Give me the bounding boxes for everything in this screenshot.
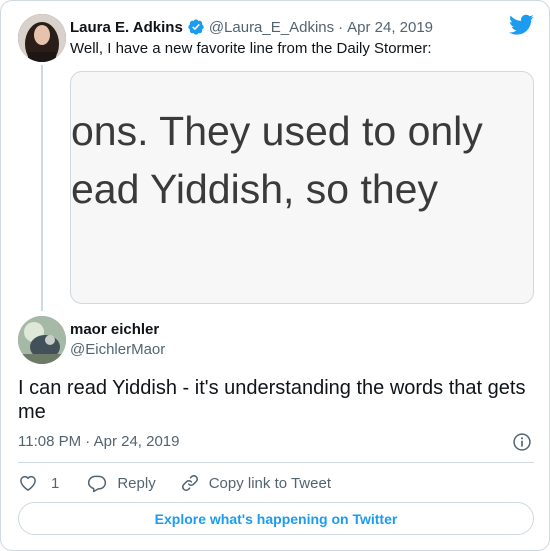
reply-icon <box>88 475 107 493</box>
parent-tweet-text: Well, I have a new favorite line from th… <box>70 40 432 57</box>
tweet-author-avatar[interactable] <box>18 316 66 364</box>
tweet-media-image[interactable]: ons. They used to only ead Yiddish, so t… <box>70 71 534 304</box>
info-icon[interactable] <box>512 432 532 452</box>
parent-tweet-date[interactable]: Apr 24, 2019 <box>347 19 433 36</box>
tweet-timestamp[interactable]: 11:08 PM · Apr 24, 2019 <box>18 433 180 450</box>
parent-avatar[interactable] <box>18 14 66 62</box>
thread-connector-line <box>41 65 43 311</box>
media-text-line: ons. They used to only <box>71 108 483 154</box>
copy-link-label: Copy link to Tweet <box>208 474 331 492</box>
explore-twitter-button[interactable]: Explore what's happening on Twitter <box>18 502 534 535</box>
separator-dot: · <box>338 18 344 36</box>
reply-label: Reply <box>117 474 156 492</box>
parent-author-handle[interactable]: @Laura_E_Adkins <box>209 19 334 36</box>
copy-link-button[interactable]: Copy link to Tweet <box>180 473 331 493</box>
media-text-line: ead Yiddish, so they <box>71 166 438 212</box>
parent-tweet-header: Laura E. Adkins @Laura_E_Adkins · Apr 24… <box>70 17 433 37</box>
tweet-actions: 1 Reply Copy link to Tweet <box>18 472 331 494</box>
heart-icon <box>20 475 36 491</box>
reply-button[interactable]: Reply <box>87 473 156 493</box>
link-icon <box>181 475 198 491</box>
verified-badge-icon <box>188 19 204 35</box>
divider <box>18 462 534 463</box>
tweet-text: I can read Yiddish - it's understanding … <box>18 377 526 423</box>
tweet-author-handle[interactable]: @EichlerMaor <box>70 341 165 358</box>
tweet-author-name[interactable]: maor eichler <box>70 321 159 338</box>
tweet-embed-card: Laura E. Adkins @Laura_E_Adkins · Apr 24… <box>0 0 550 551</box>
parent-author-name[interactable]: Laura E. Adkins <box>70 19 183 36</box>
like-count: 1 <box>51 474 60 492</box>
twitter-bird-icon[interactable] <box>509 14 534 36</box>
like-button[interactable]: 1 <box>18 473 59 493</box>
